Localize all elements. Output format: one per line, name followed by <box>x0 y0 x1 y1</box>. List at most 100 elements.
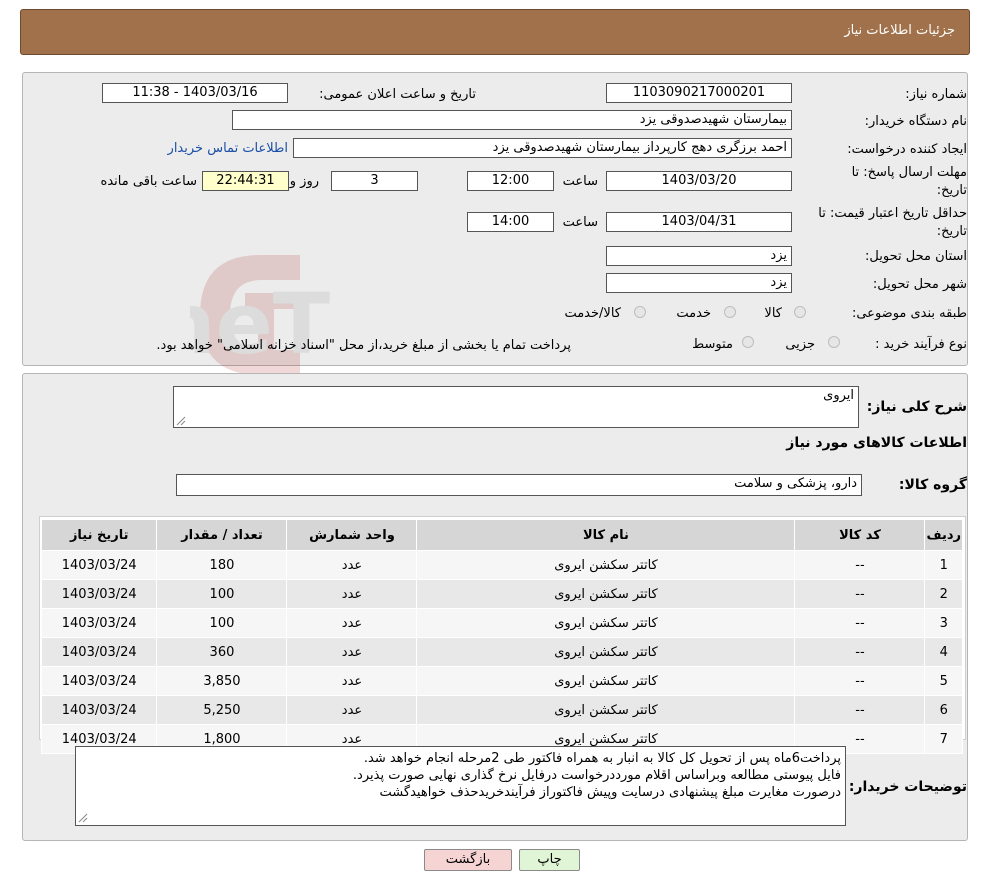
days-label: روز و <box>289 174 319 189</box>
cell-need-date: 1403/03/24 <box>40 637 158 667</box>
cell-quantity: 3,850 <box>156 666 288 696</box>
cell-need-date: 1403/03/24 <box>40 608 158 638</box>
items-table-frame: ردیف کد کالا نام کالا واحد شمارش تعداد /… <box>39 516 966 754</box>
resize-grip-icon[interactable] <box>176 416 186 426</box>
cell-item-name: کاتتر سکشن ایروی <box>416 550 796 580</box>
category-goods-service-label: کالا/خدمت <box>564 306 621 321</box>
buyer-notes-textarea[interactable]: پرداخت6ماه پس از تحویل کل کالا به انبار … <box>75 746 846 826</box>
cell-row-number: 4 <box>924 637 963 667</box>
cell-row-number: 7 <box>924 724 963 754</box>
validity-label: حداقل تاریخ اعتبار قیمت: تا <box>818 206 967 221</box>
table-row: 6 -- کاتتر سکشن ایروی عدد 5,250 1403/03/24 <box>40 695 963 725</box>
category-goods-label: کالا <box>764 306 782 321</box>
cell-row-number: 1 <box>924 550 963 580</box>
print-button[interactable]: چاپ <box>519 849 580 871</box>
table-row: 1 -- کاتتر سکشن ایروی عدد 180 1403/03/24 <box>40 550 963 580</box>
cell-unit: عدد <box>286 666 418 696</box>
process-label: نوع فرآیند خرید : <box>875 337 967 352</box>
category-goods-service-radio[interactable] <box>634 306 646 318</box>
days-field[interactable]: 3 <box>331 171 418 191</box>
cell-item-code: -- <box>794 637 926 667</box>
buyer-note-line: پرداخت6ماه پس از تحویل کل کالا به انبار … <box>363 751 841 766</box>
cell-need-date: 1403/03/24 <box>40 579 158 609</box>
cell-row-number: 6 <box>924 695 963 725</box>
back-button[interactable]: بازگشت <box>424 849 512 871</box>
remaining-time-field: 22:44:31 <box>202 171 289 191</box>
table-row: 2 -- کاتتر سکشن ایروی عدد 100 1403/03/24 <box>40 579 963 609</box>
cell-need-date: 1403/03/24 <box>40 666 158 696</box>
announce-label: تاریخ و ساعت اعلان عمومی: <box>319 87 476 102</box>
goods-group-label: گروه کالا: <box>898 477 967 493</box>
cell-item-name: کاتتر سکشن ایروی <box>416 666 796 696</box>
cell-item-code: -- <box>794 550 926 580</box>
cell-quantity: 5,250 <box>156 695 288 725</box>
buyer-notes-label: توضیحات خریدار: <box>848 779 967 795</box>
cell-row-number: 3 <box>924 608 963 638</box>
creator-field[interactable]: احمد برزگری دهج کارپرداز بیمارستان شهیدص… <box>293 138 792 158</box>
page-header: جزئیات اطلاعات نیاز <box>20 9 970 55</box>
cell-item-code: -- <box>794 695 926 725</box>
table-row: 3 -- کاتتر سکشن ایروی عدد 100 1403/03/24 <box>40 608 963 638</box>
cell-unit: عدد <box>286 550 418 580</box>
cell-need-date: 1403/03/24 <box>40 550 158 580</box>
goods-heading: اطلاعات کالاهای مورد نیاز <box>786 435 967 451</box>
city-label: شهر محل تحویل: <box>872 277 967 292</box>
buyer-org-field[interactable]: بیمارستان شهیدصدوقی یزد <box>232 110 792 130</box>
col-row-header: ردیف <box>924 519 963 551</box>
resize-grip-icon[interactable] <box>78 813 88 823</box>
summary-label: شرح کلی نیاز: <box>866 399 967 415</box>
buyer-contact-link[interactable]: اطلاعات تماس خریدار <box>168 141 288 156</box>
deadline-time-label: ساعت <box>562 174 598 189</box>
cell-row-number: 2 <box>924 579 963 609</box>
cell-item-code: -- <box>794 579 926 609</box>
creator-label: ایجاد کننده درخواست: <box>847 142 967 157</box>
process-minor-label: جزیی <box>785 337 815 352</box>
cell-item-name: کاتتر سکشن ایروی <box>416 637 796 667</box>
buyer-org-label: نام دستگاه خریدار: <box>864 114 967 129</box>
buyer-note-line: فایل پیوستی مطالعه وبراساس اقلام مورددرخ… <box>352 768 841 783</box>
cell-item-code: -- <box>794 666 926 696</box>
process-medium-radio[interactable] <box>742 336 754 348</box>
cell-unit: عدد <box>286 695 418 725</box>
deadline-label-date: تاریخ: <box>936 183 967 198</box>
need-number-field[interactable]: 1103090217000201 <box>606 83 792 103</box>
page-title: جزئیات اطلاعات نیاز <box>844 23 955 38</box>
category-goods-radio[interactable] <box>794 306 806 318</box>
cell-item-code: -- <box>794 608 926 638</box>
category-label: طبقه بندی موضوعی: <box>851 306 967 321</box>
deadline-label: مهلت ارسال پاسخ: تا <box>851 165 967 180</box>
city-field[interactable]: یزد <box>606 273 792 293</box>
validity-time-field[interactable]: 14:00 <box>467 212 554 232</box>
process-note: پرداخت تمام یا بخشی از مبلغ خرید،از محل … <box>156 338 571 353</box>
cell-item-name: کاتتر سکشن ایروی <box>416 579 796 609</box>
summary-textarea[interactable]: ایروی <box>173 386 859 428</box>
items-table: ردیف کد کالا نام کالا واحد شمارش تعداد /… <box>40 519 963 754</box>
cell-quantity: 360 <box>156 637 288 667</box>
table-row: 5 -- کاتتر سکشن ایروی عدد 3,850 1403/03/24 <box>40 666 963 696</box>
province-label: استان محل تحویل: <box>865 249 967 264</box>
cell-item-name: کاتتر سکشن ایروی <box>416 608 796 638</box>
category-service-label: خدمت <box>676 306 711 321</box>
cell-unit: عدد <box>286 608 418 638</box>
category-service-radio[interactable] <box>724 306 736 318</box>
process-minor-radio[interactable] <box>828 336 840 348</box>
col-name-header: نام کالا <box>416 519 796 551</box>
col-date-header: تاریخ نیاز <box>40 519 158 551</box>
cell-unit: عدد <box>286 579 418 609</box>
cell-quantity: 100 <box>156 608 288 638</box>
announce-field[interactable]: 1403/03/16 - 11:38 <box>102 83 288 103</box>
province-field[interactable]: یزد <box>606 246 792 266</box>
deadline-time-field[interactable]: 12:00 <box>467 171 554 191</box>
need-number-label: شماره نیاز: <box>905 87 967 102</box>
cell-quantity: 100 <box>156 579 288 609</box>
deadline-date-field[interactable]: 1403/03/20 <box>606 171 792 191</box>
cell-row-number: 5 <box>924 666 963 696</box>
table-row: 4 -- کاتتر سکشن ایروی عدد 360 1403/03/24 <box>40 637 963 667</box>
validity-date-field[interactable]: 1403/04/31 <box>606 212 792 232</box>
goods-group-field[interactable]: دارو، پزشکی و سلامت <box>176 474 862 496</box>
col-qty-header: تعداد / مقدار <box>156 519 288 551</box>
cell-quantity: 180 <box>156 550 288 580</box>
cell-need-date: 1403/03/24 <box>40 695 158 725</box>
col-code-header: کد کالا <box>794 519 926 551</box>
validity-time-label: ساعت <box>562 215 598 230</box>
